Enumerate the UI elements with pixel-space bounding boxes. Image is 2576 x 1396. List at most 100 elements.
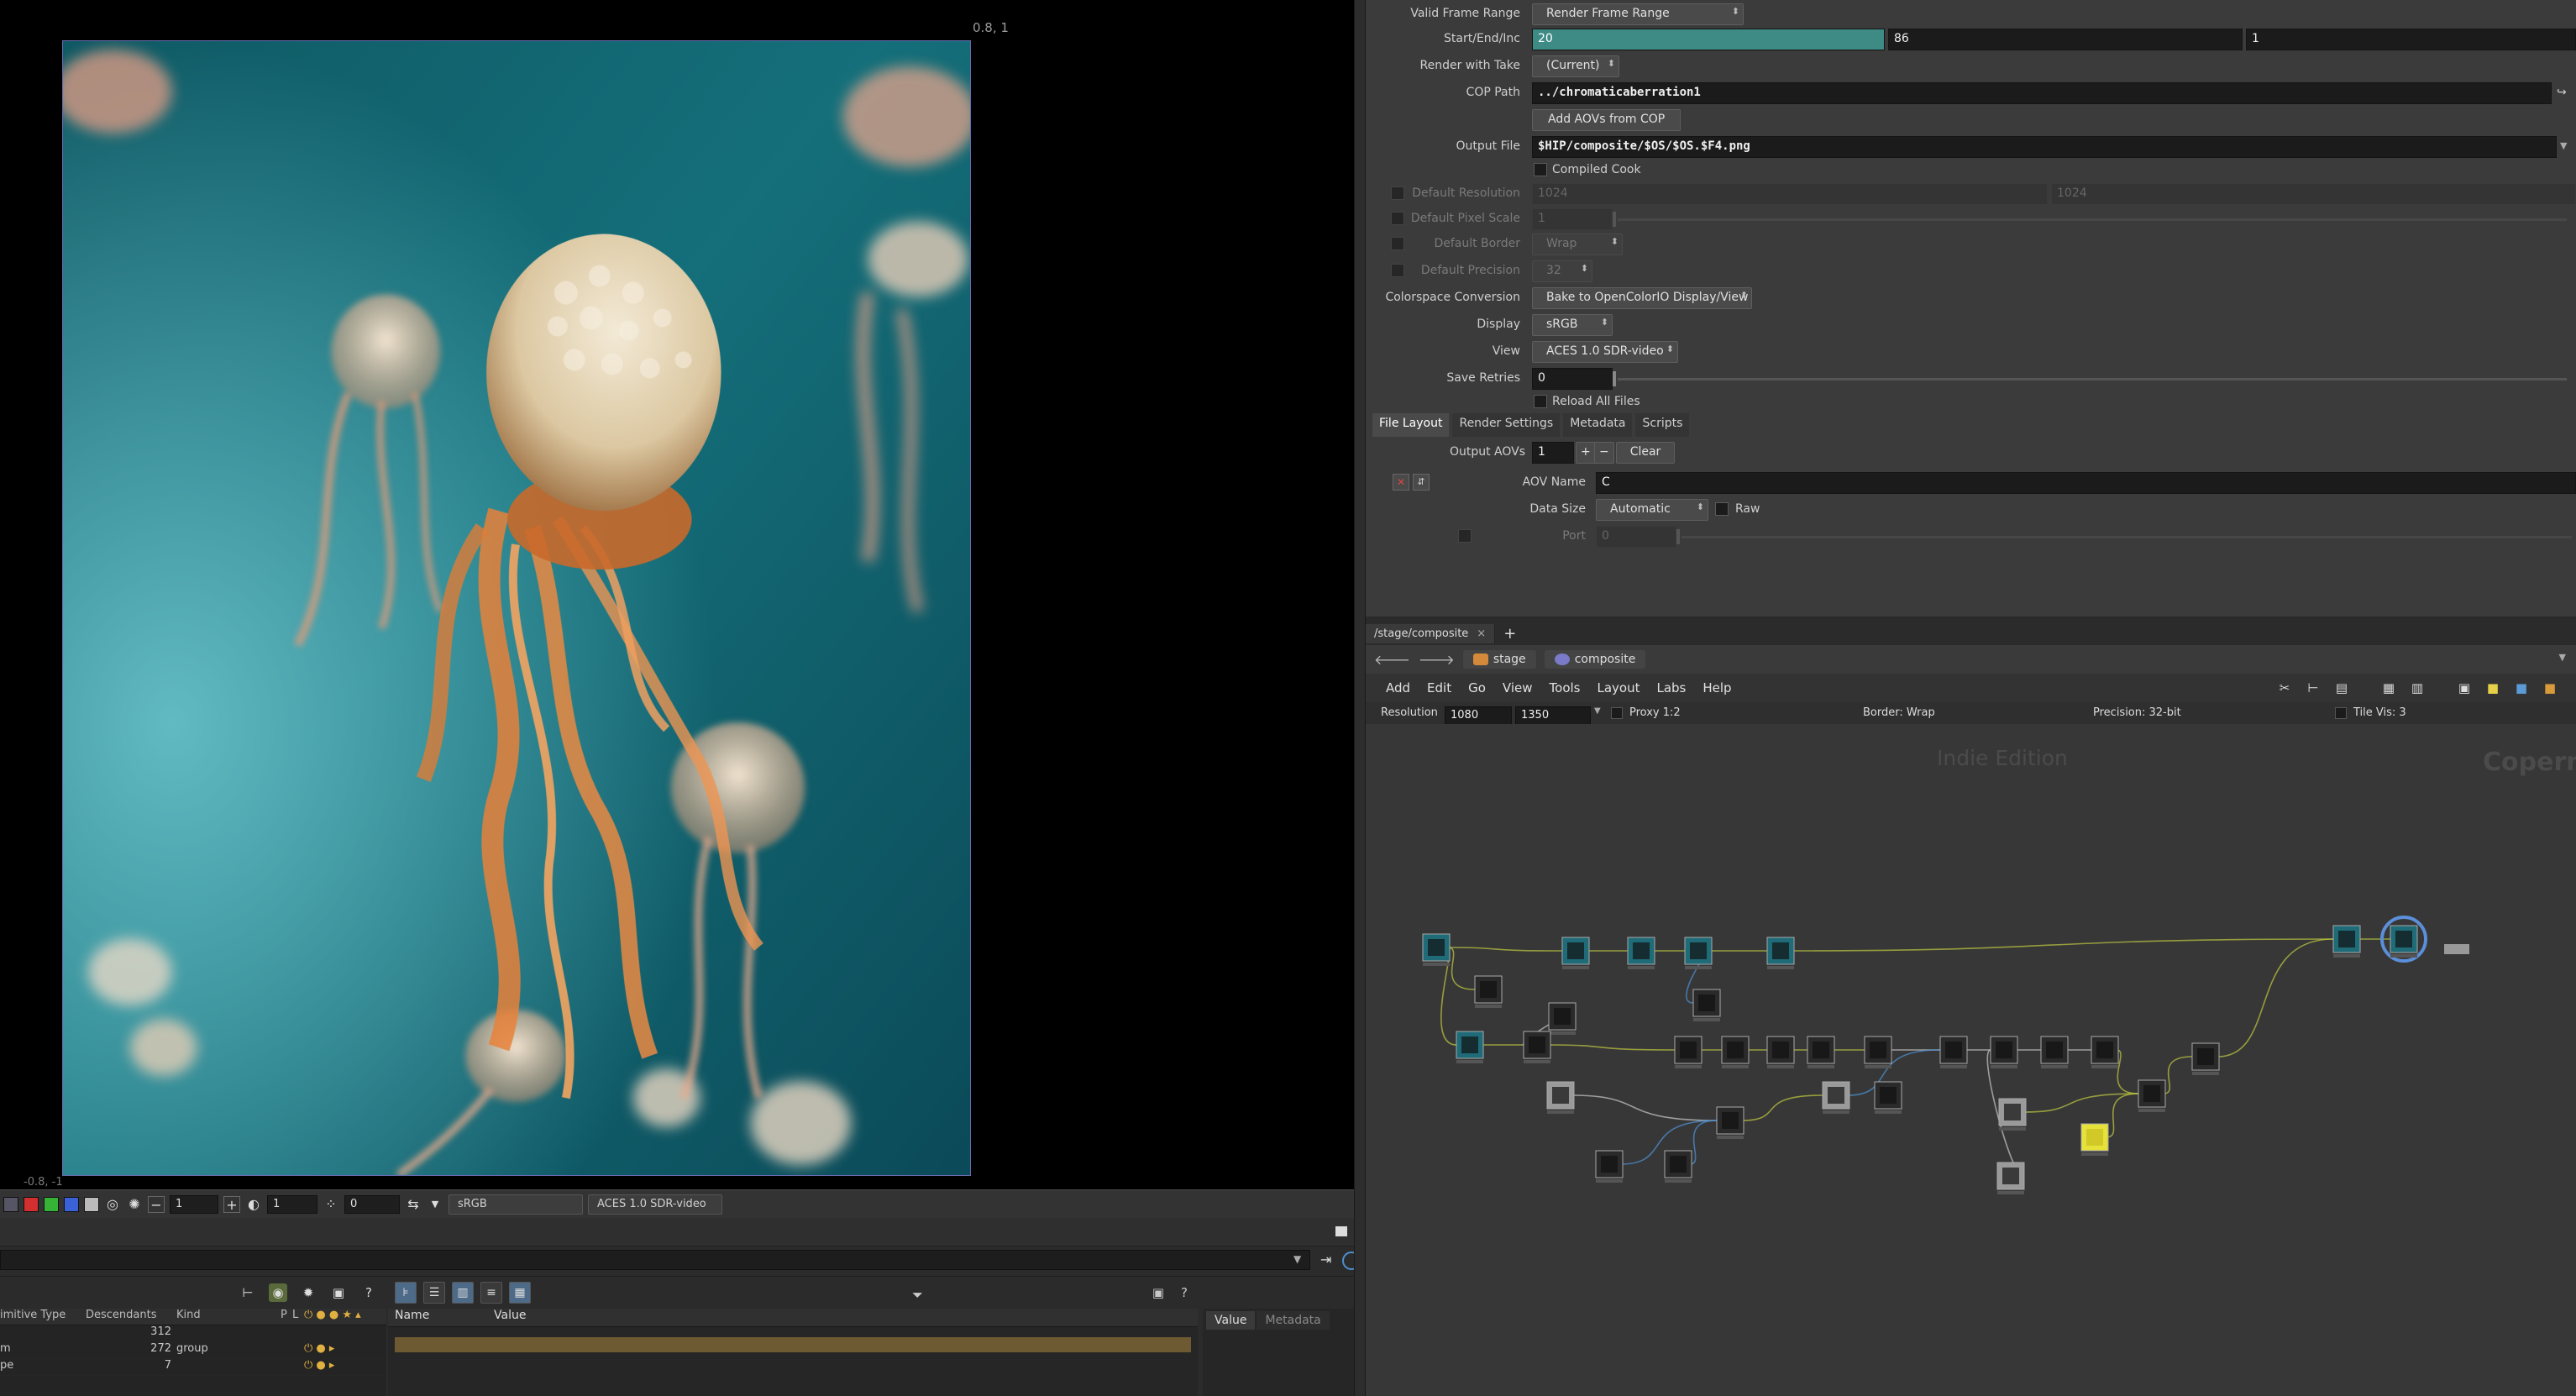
network-canvas[interactable]: Indie Edition Copernicus <box>1366 724 2576 1396</box>
aperture-icon[interactable]: ⁘ <box>323 1196 339 1213</box>
network-node[interactable] <box>2091 1036 2119 1068</box>
network-node[interactable] <box>1561 937 1590 969</box>
exposure-field[interactable]: 1 <box>170 1194 218 1214</box>
attr-help-icon[interactable]: ? <box>1181 1285 1188 1300</box>
wrench-icon[interactable]: ✂ <box>2275 679 2294 697</box>
end-frame-field[interactable]: 86 <box>1888 29 2243 50</box>
row-toggle-icons[interactable]: ⏻ ● ▸ <box>304 1359 334 1375</box>
reload-all-files-checkbox[interactable] <box>1534 395 1547 408</box>
back-arrow-icon[interactable]: 🡐 <box>1374 651 1410 668</box>
network-node[interactable] <box>2040 1036 2069 1068</box>
raw-checkbox[interactable] <box>1715 502 1729 516</box>
offset-field[interactable]: 0 <box>344 1194 400 1214</box>
exposure-icon[interactable]: ◎ <box>104 1196 121 1213</box>
channel-green-button[interactable] <box>44 1196 59 1212</box>
col-name[interactable]: Name <box>388 1309 494 1326</box>
network-node[interactable] <box>1822 1081 1850 1114</box>
port-toggle[interactable] <box>1458 529 1472 543</box>
network-node[interactable] <box>2080 1123 2109 1156</box>
network-node[interactable] <box>1595 1150 1624 1183</box>
port-field[interactable]: 0 <box>1596 526 1676 548</box>
network-node[interactable] <box>1627 937 1655 969</box>
default-resolution-toggle[interactable] <box>1391 186 1404 200</box>
path-dropdown-icon[interactable]: ▼ <box>2559 652 2566 663</box>
port-slider[interactable] <box>1681 536 2572 538</box>
grid-icon[interactable]: ▦ <box>2379 679 2398 697</box>
compiled-cook-checkbox[interactable] <box>1534 163 1547 176</box>
rows-view-icon[interactable]: ≡ <box>480 1282 502 1304</box>
thumbnail-icon[interactable]: ▣ <box>2455 679 2474 697</box>
col-primitive-type[interactable]: imitive Type <box>0 1309 81 1325</box>
col-load[interactable]: L <box>292 1309 304 1325</box>
menu-labs[interactable]: Labs <box>1656 680 1686 695</box>
help-icon[interactable]: ? <box>359 1283 378 1302</box>
network-node[interactable] <box>1456 1031 1484 1063</box>
note-icon[interactable]: ▤ <box>2332 679 2351 697</box>
gamma-field[interactable]: 1 <box>267 1194 317 1214</box>
tab-metadata[interactable]: Metadata <box>1563 413 1633 437</box>
forward-arrow-icon[interactable]: 🡒 <box>1419 651 1455 668</box>
settings-icon[interactable]: ✹ <box>299 1283 317 1302</box>
network-node[interactable] <box>1716 1106 1744 1139</box>
minus-icon[interactable]: − <box>148 1195 165 1213</box>
save-retries-slider[interactable] <box>1618 378 2567 380</box>
tab-file-layout[interactable]: File Layout <box>1372 413 1450 437</box>
network-node[interactable] <box>1766 1036 1795 1068</box>
valid-frame-range-combo[interactable]: Render Frame Range ⬍ <box>1532 3 1744 25</box>
cop-path-field[interactable]: ../chromaticaberration1 <box>1532 82 2552 104</box>
tab-scripts[interactable]: Scripts <box>1635 413 1690 437</box>
network-node[interactable] <box>1766 937 1795 969</box>
contrast-icon[interactable]: ◐ <box>245 1196 262 1213</box>
view-combo[interactable]: ACES 1.0 SDR-video <box>588 1194 722 1215</box>
output-aovs-field[interactable]: 1 <box>1532 442 1574 464</box>
network-node[interactable] <box>1684 937 1713 969</box>
default-res-h-field[interactable]: 1024 <box>2051 183 2576 205</box>
tile-vis-checkbox[interactable] <box>2335 707 2347 719</box>
output-null-node[interactable] <box>2444 944 2469 954</box>
network-node[interactable] <box>2138 1079 2166 1112</box>
col-payload[interactable]: P <box>281 1309 292 1325</box>
table-row[interactable]: 312 <box>0 1325 386 1342</box>
camera-icon[interactable]: ▣ <box>329 1283 348 1302</box>
channel-blue-button[interactable] <box>64 1196 79 1212</box>
resolution-w-field[interactable]: 1080 <box>1445 706 1512 725</box>
render-with-take-combo[interactable]: (Current) ⬍ <box>1532 55 1619 77</box>
grid-view-icon[interactable]: ▦ <box>509 1282 531 1304</box>
path-dropdown-icon[interactable]: ▼ <box>1293 1253 1301 1265</box>
row-toggle-icons[interactable]: ⏻ ● ▸ <box>304 1342 334 1358</box>
default-precision-toggle[interactable] <box>1391 264 1404 277</box>
menu-tools[interactable]: Tools <box>1550 680 1581 695</box>
col-value[interactable]: Value <box>494 1309 526 1326</box>
file-browse-icon[interactable]: ▼ <box>2560 140 2567 151</box>
filter-icon[interactable]: ⏷ <box>912 1287 923 1304</box>
network-node[interactable] <box>1990 1036 2018 1068</box>
network-node[interactable] <box>1998 1098 2027 1131</box>
lut-icon[interactable]: ⇆ <box>405 1196 422 1213</box>
lut-dropdown-icon[interactable]: ▼ <box>427 1196 443 1213</box>
start-frame-field[interactable]: 20 <box>1532 29 1885 50</box>
menu-edit[interactable]: Edit <box>1427 680 1451 695</box>
network-node[interactable] <box>2332 925 2361 958</box>
network-node[interactable] <box>1864 1036 1892 1068</box>
network-node[interactable] <box>2191 1042 2220 1075</box>
scene-path-field[interactable] <box>0 1250 1310 1270</box>
channel-red-button[interactable] <box>24 1196 39 1212</box>
menu-layout[interactable]: Layout <box>1597 680 1640 695</box>
network-node[interactable] <box>1664 1150 1692 1183</box>
resolution-dropdown-icon[interactable]: ▼ <box>1594 706 1601 716</box>
channel-all-icon[interactable] <box>3 1196 18 1212</box>
network-node[interactable] <box>1874 1081 1902 1114</box>
network-node[interactable] <box>1996 1162 2025 1194</box>
tree-icon[interactable]: ⊢ <box>2304 679 2322 697</box>
clear-aovs-button[interactable]: Clear <box>1616 442 1675 464</box>
node-jump-icon[interactable]: ↪ <box>2557 86 2567 99</box>
plus-icon[interactable]: + <box>223 1195 240 1213</box>
add-tab-icon[interactable]: + <box>1495 625 1524 643</box>
scene-filter-icon[interactable]: ◉ <box>269 1283 287 1302</box>
colorspace-conversion-combo[interactable]: Bake to OpenColorIO Display/View ⬍ <box>1532 287 1752 309</box>
network-node[interactable] <box>1523 1031 1551 1063</box>
menu-go[interactable]: Go <box>1468 680 1486 695</box>
close-icon[interactable]: × <box>1477 627 1486 640</box>
port-slider-knob[interactable] <box>1676 529 1680 544</box>
breadcrumb-composite[interactable]: composite <box>1544 650 1646 669</box>
